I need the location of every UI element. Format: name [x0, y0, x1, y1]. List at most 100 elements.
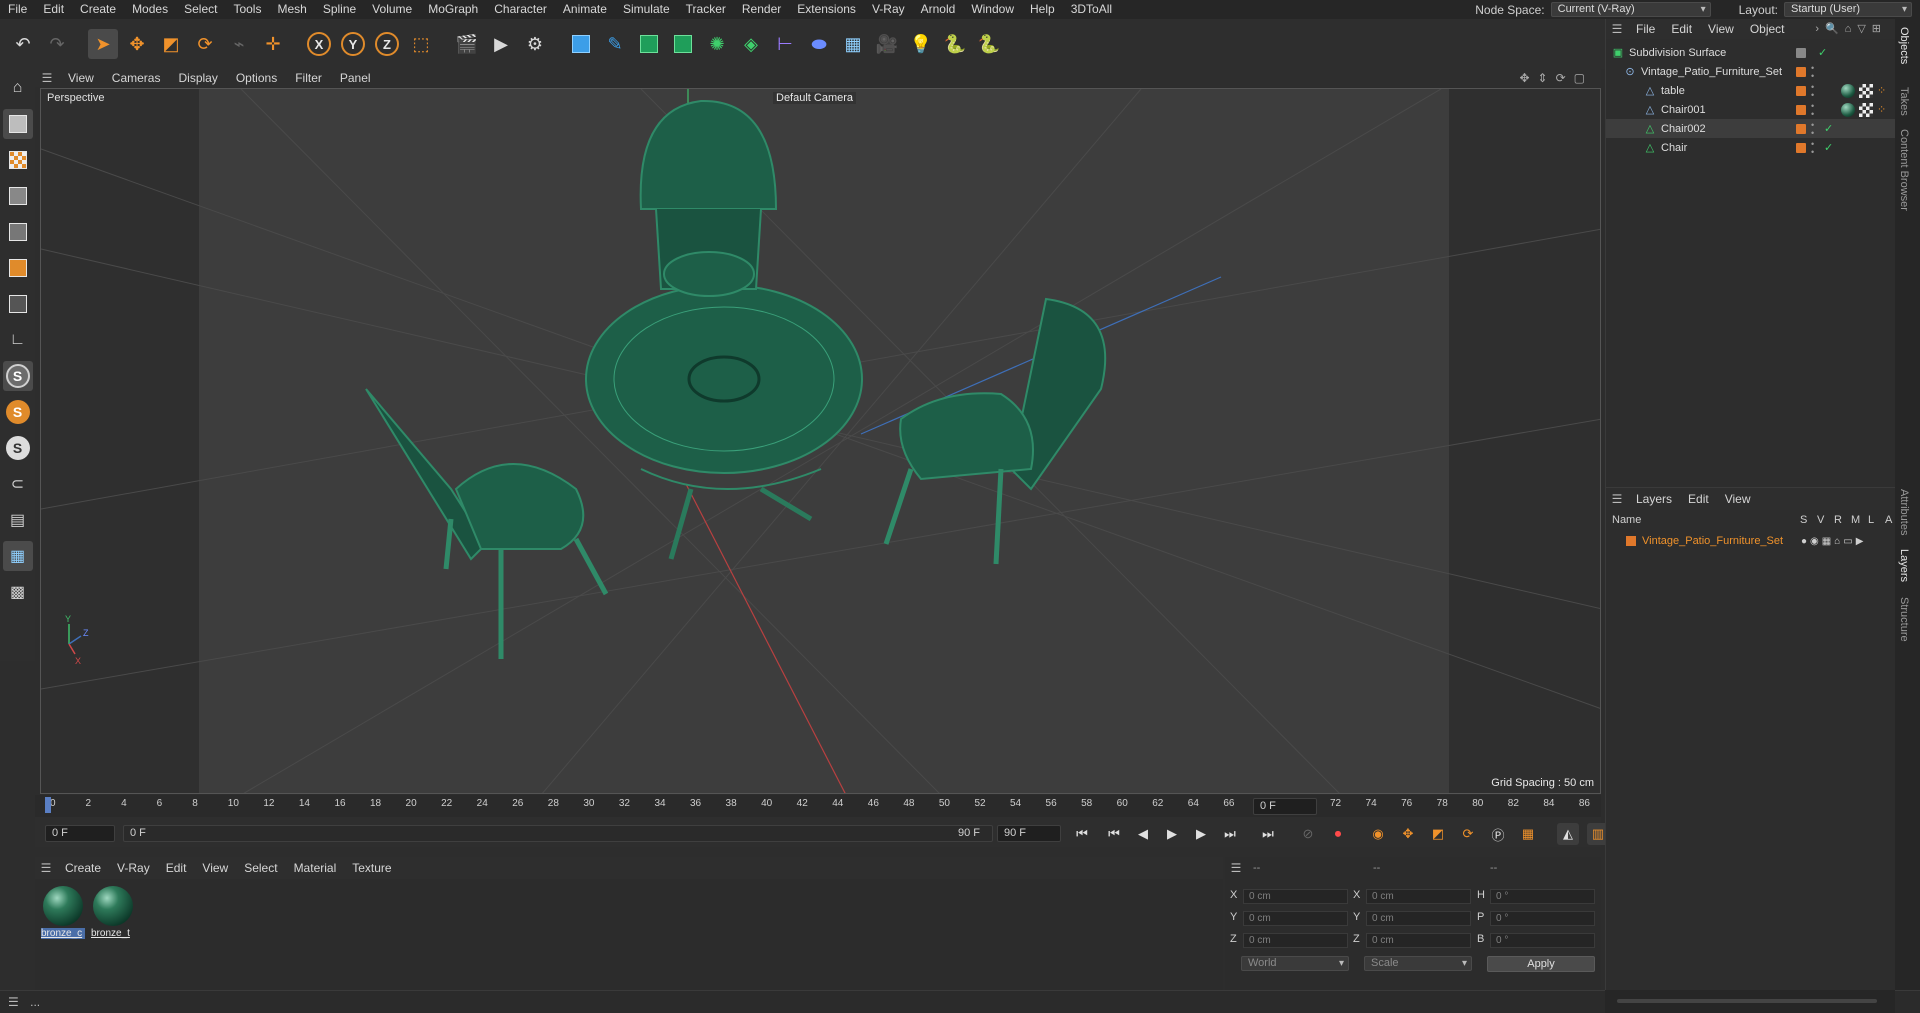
layer-color-swatch[interactable] — [1796, 123, 1806, 134]
layer-menu-view[interactable]: View — [1717, 492, 1759, 506]
menu-arnold[interactable]: Arnold — [913, 0, 964, 19]
points-mode-icon[interactable] — [3, 181, 33, 211]
solo-selection-icon[interactable]: S — [3, 433, 33, 463]
object-menu-file[interactable]: File — [1628, 22, 1663, 36]
menu-mesh[interactable]: Mesh — [269, 0, 314, 19]
tab-objects[interactable]: Objects — [1898, 27, 1910, 64]
python-icon[interactable]: 🐍 — [940, 29, 970, 59]
object-mode-icon[interactable] — [2, 109, 33, 139]
timeline-ruler[interactable]: 0 2 4 6 8 10 12 14 16 18 20 22 24 26 28 30 32 34 36 38 40 42 4… — [35, 795, 1661, 817]
selection-tag-icon[interactable]: ⁘ — [1877, 103, 1891, 117]
start-frame-field[interactable]: 0 F — [45, 825, 115, 842]
object-menu-edit[interactable]: Edit — [1663, 22, 1700, 36]
object-menu-object[interactable]: Object — [1742, 22, 1793, 36]
position-z-field[interactable]: 0 cm — [1243, 933, 1348, 948]
z-axis-lock-icon[interactable]: Z — [372, 29, 402, 59]
visibility-dots-icon[interactable]: • • — [1811, 120, 1814, 137]
menu-tracker[interactable]: Tracker — [678, 0, 734, 19]
tab-attributes[interactable]: Attributes — [1898, 489, 1910, 535]
layer-menu-icon[interactable]: ☰ — [1606, 492, 1628, 506]
viewport-navigation-icons[interactable]: ✥⇕⟳▢ — [1519, 71, 1593, 85]
coordinate-space-dropdown[interactable]: World — [1241, 956, 1349, 971]
material-menu-view[interactable]: View — [194, 861, 236, 875]
object-row-table[interactable]: △ table • • ⁘ — [1606, 81, 1896, 100]
layer-color-swatch[interactable] — [1796, 104, 1806, 115]
visibility-dots-icon[interactable]: • • — [1811, 63, 1814, 80]
uvw-tag-icon[interactable] — [1859, 83, 1873, 98]
coordinate-system-icon[interactable]: ⬚ — [406, 29, 436, 59]
menu-simulate[interactable]: Simulate — [615, 0, 678, 19]
tab-structure[interactable]: Structure — [1898, 597, 1910, 642]
y-axis-lock-icon[interactable]: Y — [338, 29, 368, 59]
planar-workplane-icon[interactable]: ▩ — [3, 577, 33, 607]
menu-create[interactable]: Create — [72, 0, 124, 19]
end-frame-field[interactable]: 90 F — [997, 825, 1061, 842]
object-row-chair001[interactable]: △ Chair001 • • ⁘ — [1606, 100, 1896, 119]
autokey-disabled-icon[interactable]: ⊘ — [1297, 823, 1319, 845]
layer-row[interactable]: Vintage_Patio_Furniture_Set ●◉▦⌂▭▶ — [1606, 532, 1896, 550]
object-row-furniture-set[interactable]: ⊙ Vintage_Patio_Furniture_Set • • — [1606, 62, 1896, 81]
select-tool-icon[interactable]: ➤ — [88, 29, 118, 59]
python-generator-icon[interactable]: 🐍 — [974, 29, 1004, 59]
object-manager-toolbar-icons[interactable]: ›🔍⌂▽⊞ — [1815, 22, 1887, 35]
polygons-mode-icon[interactable] — [3, 253, 33, 283]
texture-mode-icon[interactable] — [3, 145, 33, 175]
menu-render[interactable]: Render — [734, 0, 789, 19]
timeline-cursor[interactable] — [45, 797, 51, 813]
camera-label[interactable]: Default Camera — [773, 92, 857, 104]
cloner-icon[interactable]: ✺ — [702, 29, 732, 59]
prev-key-icon[interactable]: ⏮ — [1103, 823, 1125, 845]
render-region-icon[interactable]: 🎬 — [452, 29, 482, 59]
uv-mode-icon[interactable] — [3, 289, 33, 319]
layer-color-swatch[interactable] — [1796, 142, 1806, 153]
material-swatch[interactable]: bronze_c — [41, 884, 85, 944]
redo-icon[interactable]: ↷ — [42, 29, 72, 59]
size-z-field[interactable]: 0 cm — [1366, 933, 1471, 948]
selection-tag-icon[interactable]: ⁘ — [1877, 84, 1891, 98]
layer-color-swatch[interactable] — [1796, 66, 1806, 77]
next-frame-icon[interactable]: ▶ — [1190, 823, 1212, 845]
play-icon[interactable]: ▶ — [1161, 823, 1183, 845]
material-tag-icon[interactable] — [1841, 83, 1855, 98]
menu-spline[interactable]: Spline — [315, 0, 364, 19]
keyframe-selection-icon[interactable]: ◉ — [1367, 823, 1389, 845]
size-x-field[interactable]: 0 cm — [1366, 889, 1471, 904]
viewport-menu-display[interactable]: Display — [169, 71, 226, 85]
material-menu-create[interactable]: Create — [57, 861, 109, 875]
layer-menu-layers[interactable]: Layers — [1628, 492, 1680, 506]
menu-animate[interactable]: Animate — [555, 0, 615, 19]
rotation-p-field[interactable]: 0 ° — [1490, 911, 1595, 926]
coordinates-menu-icon[interactable]: ☰ — [1225, 861, 1247, 875]
timeline-mode-icon[interactable]: ◭ — [1557, 823, 1579, 845]
render-view-icon[interactable]: ▶ — [486, 29, 516, 59]
snap-icon[interactable]: ⊂ — [3, 469, 33, 499]
floor-icon[interactable]: ▦ — [838, 29, 868, 59]
node-space-dropdown[interactable]: Current (V-Ray) — [1550, 2, 1711, 17]
menu-vray[interactable]: V-Ray — [864, 0, 913, 19]
key-position-icon[interactable]: ✥ — [1397, 823, 1419, 845]
object-row-chair[interactable]: △ Chair • • ✓ — [1606, 138, 1896, 157]
render-settings-icon[interactable]: ⚙ — [520, 29, 550, 59]
material-menu-icon[interactable]: ☰ — [35, 861, 57, 875]
rotation-h-field[interactable]: 0 ° — [1490, 889, 1595, 904]
apply-button[interactable]: Apply — [1487, 956, 1595, 972]
workplane-icon[interactable]: ▤ — [3, 505, 33, 535]
layer-color-swatch[interactable] — [1796, 47, 1806, 58]
layer-color-swatch[interactable] — [1796, 85, 1806, 96]
menu-file[interactable]: File — [0, 0, 35, 19]
current-frame-field[interactable]: 0 F — [1253, 798, 1317, 815]
perspective-viewport[interactable]: Y Z X Perspective Default Camera Grid Sp… — [40, 88, 1601, 794]
object-row-chair002[interactable]: △ Chair002 • • ✓ — [1606, 119, 1896, 138]
pen-spline-icon[interactable]: ✎ — [600, 29, 630, 59]
material-menu-material[interactable]: Material — [286, 861, 345, 875]
object-row-subdivision[interactable]: ▣ Subdivision Surface ✓ — [1606, 43, 1896, 62]
layer-menu-edit[interactable]: Edit — [1680, 492, 1717, 506]
position-y-field[interactable]: 0 cm — [1243, 911, 1348, 926]
tab-content-browser[interactable]: Content Browser — [1898, 129, 1910, 211]
enabled-check-icon[interactable]: ✓ — [1824, 122, 1833, 135]
material-swatch[interactable]: bronze_t — [91, 884, 135, 944]
size-y-field[interactable]: 0 cm — [1366, 911, 1471, 926]
cube-object-icon[interactable] — [566, 29, 596, 59]
menu-volume[interactable]: Volume — [364, 0, 420, 19]
prev-frame-icon[interactable]: ◀ — [1132, 823, 1154, 845]
